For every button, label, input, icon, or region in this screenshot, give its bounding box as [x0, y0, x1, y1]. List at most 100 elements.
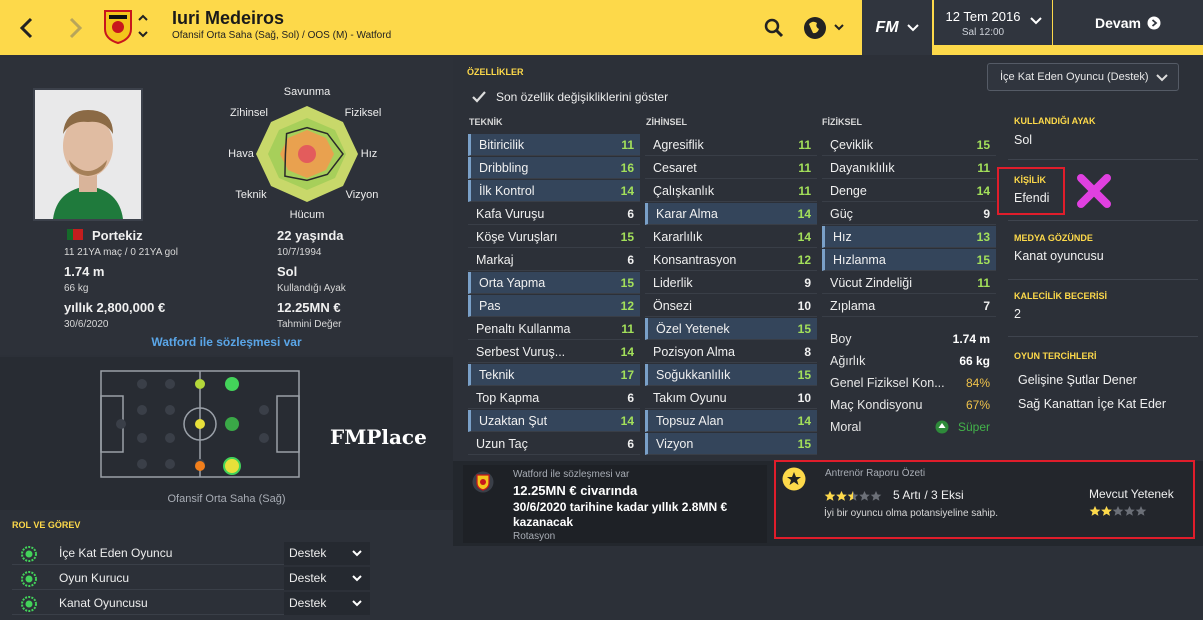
value: 12.25MN € — [277, 300, 341, 315]
duty-dropdown[interactable]: Destek — [284, 567, 370, 590]
attribute-row[interactable]: Vücut Zindeliği 11 — [822, 272, 996, 294]
radar-label: Vizyon — [346, 189, 379, 201]
attribute-row[interactable]: Vizyon 15 — [645, 433, 817, 455]
position-pitch — [100, 370, 300, 478]
morale-up-icon — [935, 420, 949, 434]
attribute-row[interactable]: Çalışkanlık 11 — [645, 180, 817, 202]
attribute-row[interactable]: Uzun Taç 6 — [468, 433, 640, 455]
attribute-row[interactable]: Orta Yapma 15 — [468, 272, 640, 294]
contract-link[interactable]: Watford ile sözleşmesi var — [0, 335, 453, 349]
attribute-name: Hızlanma — [833, 253, 886, 267]
attribute-name: Bitiricilik — [479, 138, 525, 152]
forward-arrow-icon[interactable] — [58, 0, 94, 55]
attribute-row[interactable]: İlk Kontrol 14 — [468, 180, 640, 202]
attribute-value: 17 — [620, 368, 634, 382]
attribute-row[interactable]: Bitiricilik 11 — [468, 134, 640, 156]
attribute-row[interactable]: Topsuz Alan 14 — [645, 410, 817, 432]
attribute-row[interactable]: Karar Alma 14 — [645, 203, 817, 225]
role-row[interactable]: İçe Kat Eden Oyuncu Destek — [12, 542, 370, 565]
attribute-value: 8 — [804, 345, 811, 359]
potential-star-rating — [824, 489, 884, 507]
attribute-row[interactable]: Pozisyon Alma 8 — [645, 341, 817, 363]
role-row[interactable]: Kanat Oyuncusu Destek — [12, 592, 370, 615]
attribute-row[interactable]: Köşe Vuruşları 15 — [468, 226, 640, 248]
attribute-row[interactable]: Denge 14 — [822, 180, 996, 202]
attribute-name: Dayanıklılık — [830, 161, 895, 175]
physical-extra-value: 1.74 m — [952, 332, 990, 346]
role-name: Oyun Kurucu — [59, 571, 130, 585]
attribute-value: 6 — [627, 253, 634, 267]
report-title: Antrenör Raporu Özeti — [825, 468, 926, 479]
attribute-row[interactable]: Uzaktan Şut 14 — [468, 410, 640, 432]
role-row[interactable]: Oyun Kurucu Destek — [12, 567, 370, 590]
fm-menu-button[interactable]: FM — [862, 0, 932, 55]
attribute-row[interactable]: Cesaret 11 — [645, 157, 817, 179]
attribute-value: 15 — [976, 253, 990, 267]
roles-title: ROL VE GÖREV — [12, 520, 81, 530]
attribute-row[interactable]: Dribbling 16 — [468, 157, 640, 179]
attribute-name: Teknik — [479, 368, 515, 382]
preferred-foot-title: KULLANDIĞI AYAK — [1014, 116, 1096, 126]
attribute-row[interactable]: Agresiflik 11 — [645, 134, 817, 156]
attribute-row[interactable]: Kararlılık 14 — [645, 226, 817, 248]
attribute-row[interactable]: Zıplama 7 — [822, 295, 996, 317]
current-ability-star-rating — [1089, 504, 1149, 522]
attribute-value: 10 — [797, 299, 811, 313]
duty-dropdown[interactable]: Destek — [284, 542, 370, 565]
duty-value: Destek — [289, 571, 327, 585]
attribute-row[interactable]: Özel Yetenek 15 — [645, 318, 817, 340]
radar-core — [298, 145, 316, 163]
attribute-value: 14 — [620, 345, 634, 359]
age: 22 yaşında — [277, 228, 344, 243]
attribute-name: Liderlik — [653, 276, 693, 290]
attribute-row[interactable]: Güç 9 — [822, 203, 996, 225]
check-icon — [471, 89, 487, 105]
attribute-value: 14 — [797, 207, 811, 221]
attribute-row[interactable]: Takım Oyunu 10 — [645, 387, 817, 409]
physical-extra-name: Genel Fiziksel Kon... — [830, 376, 945, 390]
attribute-row[interactable]: Pas 12 — [468, 295, 640, 317]
attribute-value: 13 — [976, 230, 990, 244]
attribute-name: Karar Alma — [656, 207, 718, 221]
foot-label: Kullandığı Ayak — [277, 283, 346, 294]
star-filled — [836, 491, 847, 501]
role-name: Kanat Oyuncusu — [59, 596, 148, 610]
radar-label: Fiziksel — [345, 107, 382, 119]
role-select-dropdown[interactable]: İçe Kat Eden Oyuncu (Destek) — [987, 63, 1179, 91]
attribute-row[interactable]: Dayanıklılık 11 — [822, 157, 996, 179]
attribute-row[interactable]: Top Kapma 6 — [468, 387, 640, 409]
continue-button[interactable]: Devam — [1053, 0, 1203, 45]
show-changes-checkbox[interactable]: Son özellik değişikliklerini göster — [471, 89, 668, 105]
attribute-row[interactable]: Çeviklik 15 — [822, 134, 996, 156]
back-arrow-icon[interactable] — [8, 0, 44, 55]
contract-card-value: 12.25MN € civarında — [513, 483, 638, 498]
club-switch-chevron-icon[interactable] — [137, 12, 149, 40]
attribute-value: 9 — [804, 276, 811, 290]
coach-report-card[interactable]: Antrenör Raporu Özeti 5 Artı / 3 Eksi İy… — [774, 460, 1195, 539]
foot: Sol — [277, 264, 298, 279]
nation: Portekiz — [92, 228, 143, 243]
star-badge-icon — [782, 467, 806, 491]
attribute-row[interactable]: Hız 13 — [822, 226, 996, 248]
attribute-row[interactable]: Hızlanma 15 — [822, 249, 996, 271]
duty-dropdown[interactable]: Destek — [284, 592, 370, 615]
attribute-row[interactable]: Penaltı Kullanma 11 — [468, 318, 640, 340]
attribute-row[interactable]: Markaj 6 — [468, 249, 640, 271]
club-crest-icon[interactable] — [103, 9, 133, 45]
star-empty — [859, 491, 870, 501]
star-filled — [1101, 506, 1112, 516]
attribute-row[interactable]: Konsantrasyon 12 — [645, 249, 817, 271]
value-label: Tahmini Değer — [277, 319, 342, 330]
attribute-row[interactable]: Serbest Vuruş... 14 — [468, 341, 640, 363]
contract-card[interactable]: Watford ile sözleşmesi var 12.25MN € civ… — [463, 465, 767, 543]
attribute-name: İlk Kontrol — [479, 184, 535, 198]
attribute-row[interactable]: Kafa Vuruşu 6 — [468, 203, 640, 225]
globe-icon[interactable] — [800, 0, 848, 55]
chevron-down-icon — [352, 550, 362, 557]
attribute-row[interactable]: Liderlik 9 — [645, 272, 817, 294]
attribute-row[interactable]: Önsezi 10 — [645, 295, 817, 317]
attribute-row[interactable]: Soğukkanlılık 15 — [645, 364, 817, 386]
attribute-row[interactable]: Teknik 17 — [468, 364, 640, 386]
date-display[interactable]: 12 Tem 2016 Sal 12:00 — [934, 0, 1052, 45]
search-icon[interactable] — [757, 0, 791, 55]
